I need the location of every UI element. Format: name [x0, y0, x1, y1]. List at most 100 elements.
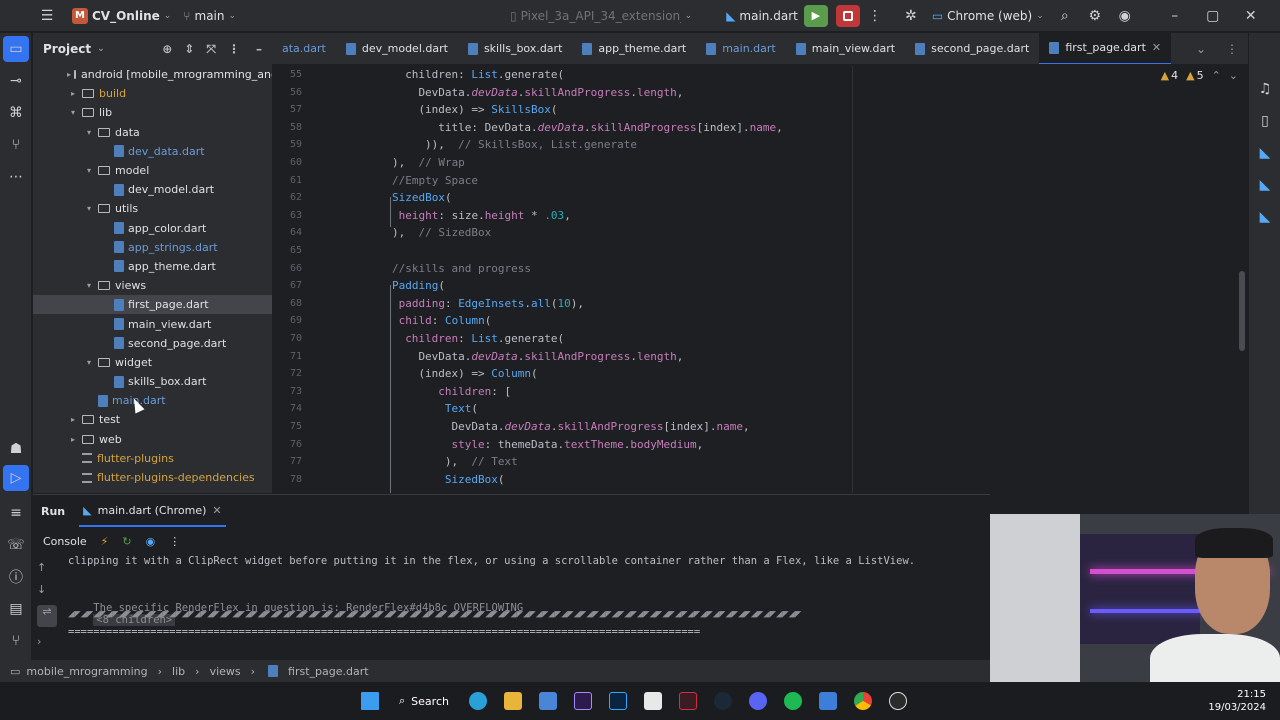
chevron-right-icon[interactable]: ▸	[67, 70, 71, 79]
breadcrumb-item[interactable]: first_page.dart	[288, 665, 369, 678]
tab-list-chevron-icon[interactable]: ⌄	[1186, 42, 1216, 56]
tree-item[interactable]: ▸ test	[33, 410, 272, 429]
expand-icon[interactable]: ›	[37, 635, 57, 657]
code-line[interactable]: children: [	[438, 383, 511, 401]
run-session-tab[interactable]: ◣ main.dart (Chrome) ✕	[79, 495, 226, 527]
run-config-selector[interactable]: ◣ main.dart	[720, 0, 804, 32]
tree-item[interactable]: skills_box.dart	[33, 372, 272, 391]
todo-icon[interactable]: ≡	[0, 497, 32, 529]
taskbar-search[interactable]: ⌕ Search	[387, 682, 461, 720]
tree-item[interactable]: flutter-plugins-dependencies	[33, 468, 272, 487]
edge-icon[interactable]	[461, 682, 496, 720]
tree-item[interactable]: main_view.dart	[33, 314, 272, 333]
editor-tab[interactable]: second_page.dart	[905, 33, 1039, 64]
commit-icon[interactable]: ⊸	[0, 65, 32, 97]
hide-icon[interactable]: –	[256, 42, 262, 56]
tree-item[interactable]: ▾ widget	[33, 353, 272, 372]
code-line[interactable]: DevData.devData.skillAndProgress.length,	[418, 84, 683, 102]
close-icon[interactable]: ✕	[1152, 41, 1161, 54]
capcut-icon[interactable]	[636, 682, 671, 720]
run-button[interactable]: ▶	[803, 4, 828, 27]
app-icon[interactable]	[671, 682, 706, 720]
flutter-outline-icon[interactable]: ◣	[1249, 169, 1280, 201]
more-vertical-icon[interactable]: ⋮	[860, 0, 890, 32]
breadcrumb-item[interactable]: mobile_mrogramming	[26, 665, 147, 678]
minimize-icon[interactable]: –	[1160, 0, 1190, 32]
code-line[interactable]: title: DevData.devData.skillAndProgress[…	[438, 119, 782, 137]
logcat-icon[interactable]: ☏	[0, 529, 32, 561]
editor-tab[interactable]: first_page.dart ✕	[1039, 33, 1172, 64]
target-device-selector[interactable]: ▭ Chrome (web) ⌄	[926, 0, 1050, 32]
obs-icon[interactable]	[881, 682, 916, 720]
code-line[interactable]: height: size.height * .03,	[399, 207, 571, 225]
tree-item[interactable]: app_strings.dart	[33, 238, 272, 257]
close-icon[interactable]: ✕	[212, 504, 221, 517]
debug-icon[interactable]: ✲	[896, 0, 926, 32]
photoshop-icon[interactable]	[601, 682, 636, 720]
steam-icon[interactable]	[706, 682, 741, 720]
tree-item[interactable]: app_color.dart	[33, 219, 272, 238]
scroll-up-icon[interactable]: ↑	[37, 561, 57, 583]
notifications-icon[interactable]: ♫	[1249, 73, 1280, 105]
run-tab-label[interactable]: Run	[41, 505, 65, 518]
hot-restart-icon[interactable]: ↻	[122, 535, 131, 548]
more-tools-icon[interactable]: ⋯	[0, 161, 32, 193]
tree-item[interactable]: ▾ lib	[33, 103, 272, 122]
code-line[interactable]: Padding(	[392, 277, 445, 295]
windows-start-icon[interactable]	[352, 682, 387, 720]
problems-icon[interactable]: ⓘ	[0, 561, 32, 593]
project-selector[interactable]: M CV_Online ⌄	[66, 0, 177, 32]
chevron-up-icon[interactable]: ⌃	[1212, 69, 1221, 82]
file-explorer-icon[interactable]	[496, 682, 531, 720]
tree-item[interactable]: main.dart	[33, 391, 272, 410]
breadcrumb-item[interactable]: views	[210, 665, 241, 678]
project-tool-icon[interactable]: ▭	[3, 36, 29, 62]
tree-item[interactable]: ▾ views	[33, 276, 272, 295]
code-line[interactable]: ), // Text	[445, 453, 518, 471]
android-studio-icon[interactable]	[811, 682, 846, 720]
editor-tab[interactable]: main_view.dart	[786, 33, 905, 64]
code-line[interactable]: padding: EdgeInsets.all(10),	[399, 295, 584, 313]
tree-item[interactable]: ▸ build	[33, 84, 272, 103]
chevron-down-icon[interactable]: ⌄	[1229, 69, 1238, 82]
gradle-icon[interactable]: ☗	[0, 433, 32, 465]
code-line[interactable]: style: themeData.textTheme.bodyMedium,	[452, 436, 704, 454]
code-line[interactable]: Text(	[445, 400, 478, 418]
chevron-down-icon[interactable]: ▾	[83, 128, 95, 137]
editor-tab[interactable]: skills_box.dart	[458, 33, 572, 64]
chrome-icon[interactable]	[846, 682, 881, 720]
chevron-down-icon[interactable]: ▾	[83, 281, 95, 290]
pull-requests-icon[interactable]: ⑂	[0, 129, 32, 161]
flutter-inspector-icon[interactable]: ◣	[1249, 137, 1280, 169]
tree-item[interactable]: dev_data.dart	[33, 142, 272, 161]
editor-scrollbar[interactable]	[1239, 271, 1245, 351]
tree-item[interactable]: second_page.dart	[33, 334, 272, 353]
more-vertical-icon[interactable]: ⋮	[1216, 42, 1248, 56]
code-line[interactable]: (index) => Column(	[418, 365, 537, 383]
close-icon[interactable]: ✕	[1236, 0, 1266, 32]
code-line[interactable]: SizedBox(	[392, 189, 452, 207]
code-line[interactable]: DevData.devData.skillAndProgress[index].…	[452, 418, 750, 436]
device-selector[interactable]: ▯ Pixel_3a_API_34_extension_l... ⌄	[504, 0, 698, 32]
hot-reload-icon[interactable]: ⚡	[101, 535, 109, 548]
git-icon[interactable]: ⑂	[0, 625, 32, 657]
branch-selector[interactable]: ⑂ main ⌄	[177, 0, 242, 32]
editor-tab[interactable]: app_theme.dart	[572, 33, 696, 64]
expand-all-icon[interactable]: ⇕	[184, 42, 194, 56]
chevron-down-icon[interactable]: ▾	[83, 166, 95, 175]
more-vertical-icon[interactable]: ⋮	[169, 535, 180, 548]
code-line[interactable]: children: List.generate(	[405, 330, 564, 348]
soft-wrap-icon[interactable]: ⇌	[37, 605, 57, 627]
chevron-right-icon[interactable]: ▸	[67, 415, 79, 424]
code-line[interactable]: )), // SkillsBox, List.generate	[425, 136, 637, 154]
tree-item[interactable]: app_theme.dart	[33, 257, 272, 276]
terminal-icon[interactable]: ▤	[0, 593, 32, 625]
taskbar-clock[interactable]: 21:15 19/03/2024	[1208, 688, 1266, 714]
stop-button[interactable]	[835, 4, 860, 27]
project-panel-title[interactable]: Project	[43, 42, 91, 56]
tree-item[interactable]: ▸ android [mobile_mrogramming_androi	[33, 65, 272, 84]
code-line[interactable]: //Empty Space	[392, 172, 478, 190]
code-line[interactable]: children: List.generate(	[405, 66, 564, 84]
tree-item[interactable]: first_page.dart	[33, 295, 272, 315]
locate-icon[interactable]: ⊕	[162, 42, 172, 56]
